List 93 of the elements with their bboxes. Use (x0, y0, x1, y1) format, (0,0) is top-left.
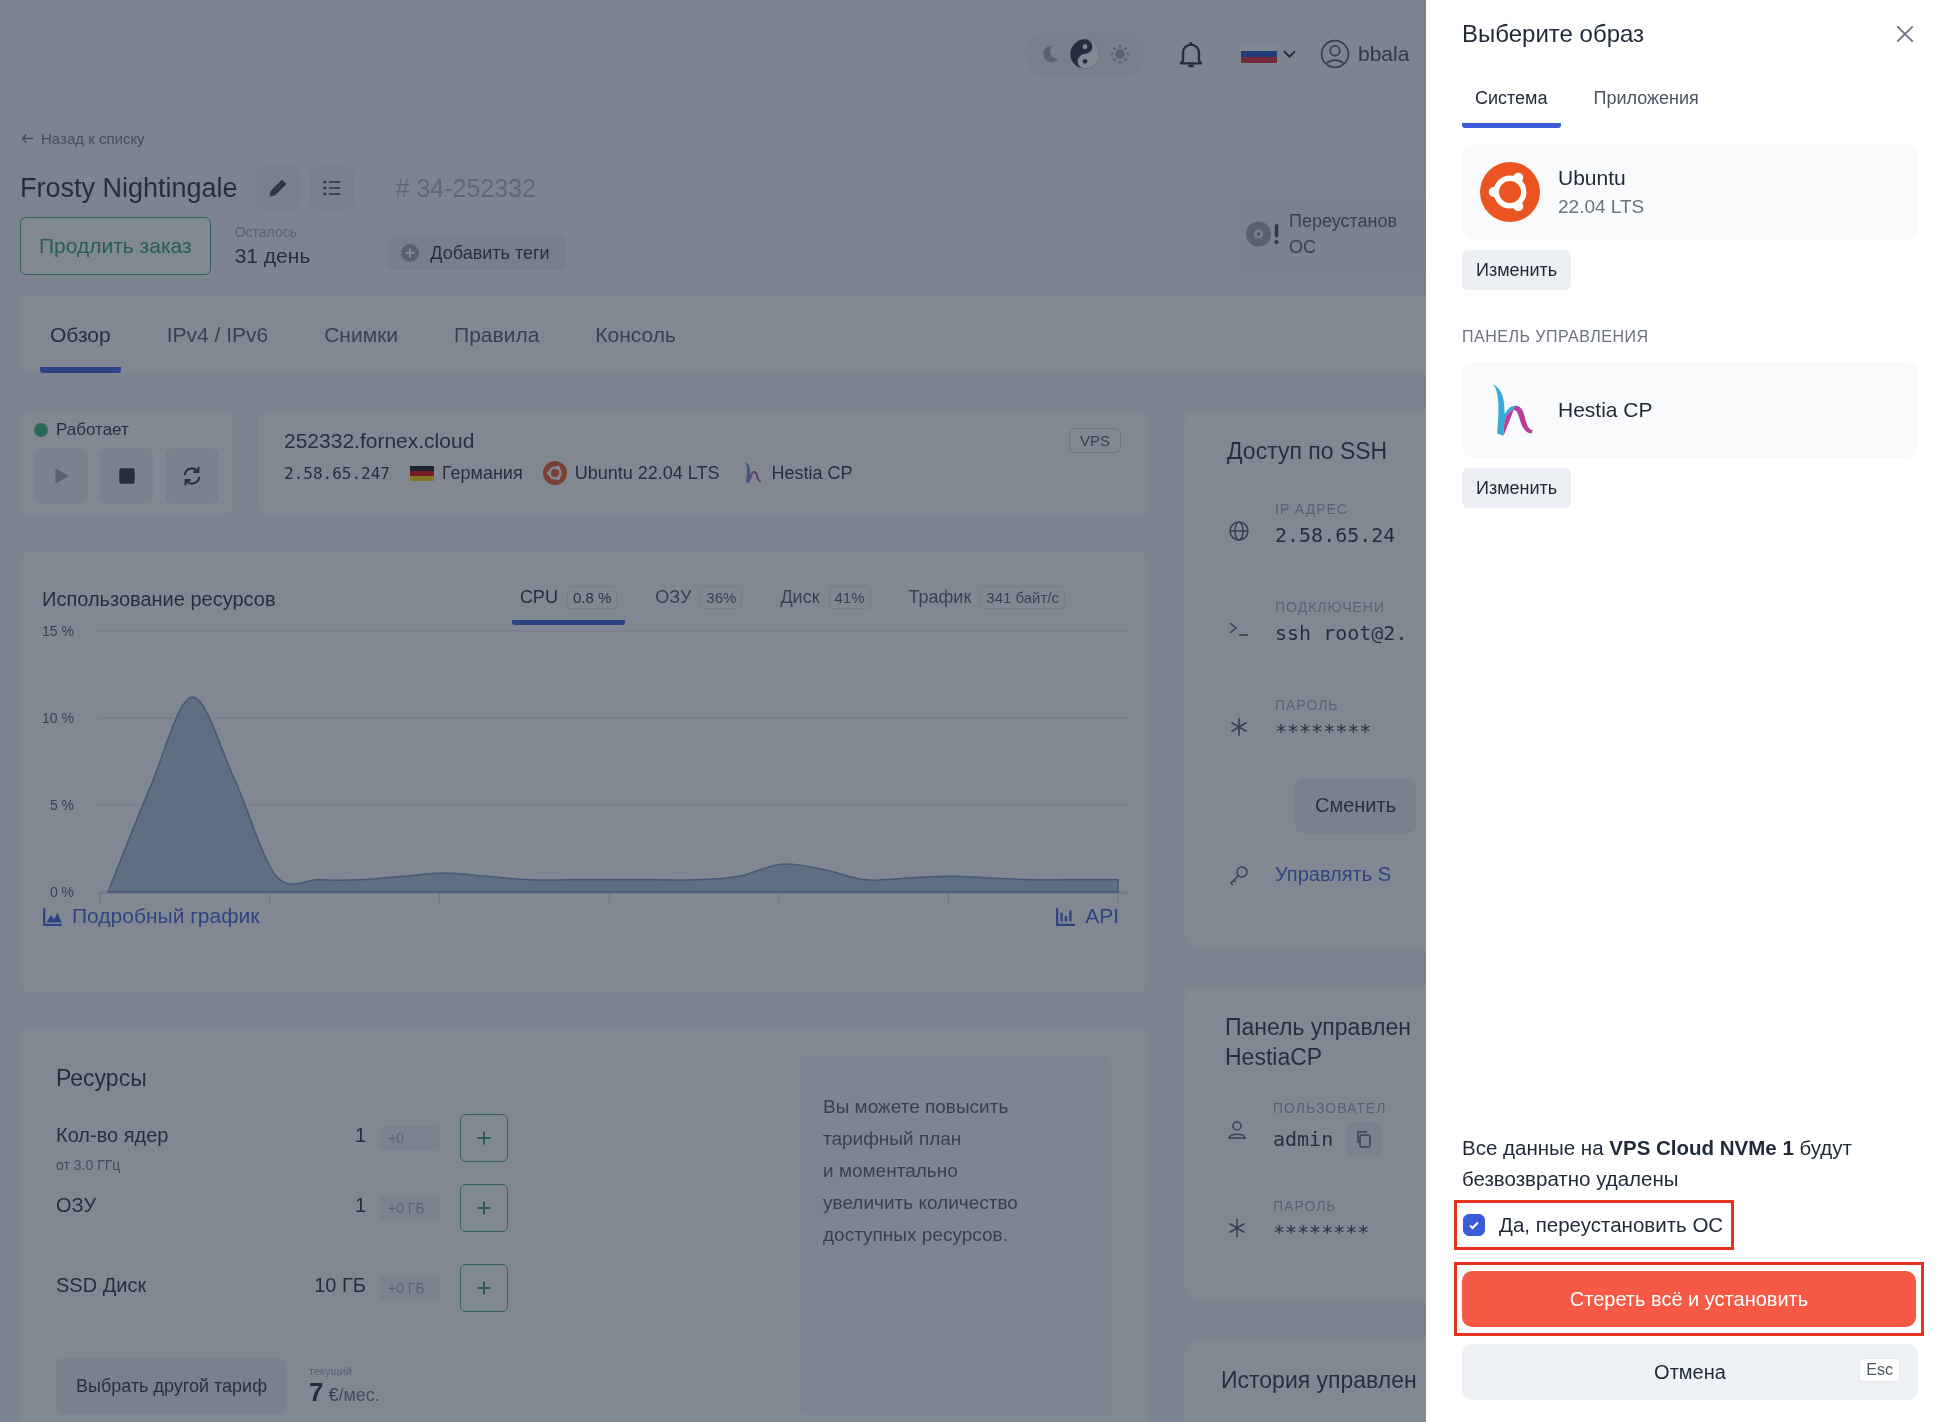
back-link[interactable]: Назад к списку (20, 130, 145, 147)
plan-badge: VPS (1069, 428, 1121, 453)
resource-note: от 3.0 ГГц (56, 1157, 122, 1173)
disc-warning-icon (1245, 219, 1281, 249)
hostname: 252332.fornex.cloud (284, 428, 475, 453)
caret-icon (1283, 49, 1296, 59)
metric-tab[interactable]: CPU 0.8 % (511, 587, 626, 625)
tab[interactable]: Правила (444, 323, 550, 373)
close-icon (1894, 23, 1916, 45)
card-title: Доступ по SSH (1227, 438, 1389, 465)
warning-text: Все данные на VPS Cloud NVMe 1 будут безвозвратно удалены (1462, 1135, 1853, 1192)
metric-tab[interactable]: Трафик 341 байт/с (900, 587, 1073, 625)
y-axis-label: 0 % (49, 884, 74, 900)
area-chart-icon (42, 905, 64, 927)
drawer-title: Выберите образ (1462, 20, 1645, 48)
metric-tab[interactable]: Диск 41% (772, 587, 879, 625)
reinstall-label: Переустанов (1289, 210, 1398, 233)
os-version: 22.04 LTS (1558, 196, 1645, 218)
esc-key-badge: Esc (1859, 1358, 1900, 1382)
resource-value: 1 (353, 1193, 366, 1217)
y-axis-label: 15 % (42, 623, 74, 639)
user-icon (1320, 39, 1350, 69)
add-button[interactable] (460, 1184, 508, 1232)
user-menu[interactable]: bbala (1320, 39, 1410, 69)
field-value: 2.58.65.24 (1275, 523, 1396, 547)
country: Германия (441, 462, 523, 484)
add-tags-button[interactable]: Добавить теги (388, 236, 566, 270)
change-plan-button[interactable]: Выбрать другой тариф (56, 1358, 287, 1414)
field-value: ******** (1273, 1220, 1370, 1244)
ubuntu-logo (542, 461, 567, 485)
card-title: История управлен (1221, 1367, 1418, 1394)
close-button[interactable] (1894, 23, 1916, 45)
resource-label: Кол-во ядер (56, 1124, 170, 1147)
change-button[interactable]: Изменить (1462, 250, 1572, 290)
card-title: Ресурсы (56, 1065, 148, 1092)
card-title: Панель управлен HestiaCP (1225, 1013, 1412, 1072)
api-link[interactable]: API (1055, 904, 1119, 928)
edit-button[interactable] (255, 166, 300, 210)
field-value: admin (1273, 1127, 1334, 1151)
resource-label: SSD Диск (56, 1274, 148, 1297)
checkbox[interactable] (1463, 1214, 1485, 1236)
panel-name: Hestia CP (771, 462, 853, 484)
os-card[interactable]: Ubuntu 22.04 LTS (1462, 144, 1918, 240)
os-name: Ubuntu 22.04 LTS (574, 462, 720, 484)
y-axis-label: 5 % (49, 797, 74, 813)
panel-option-card[interactable]: Hestia CP (1462, 362, 1918, 458)
stop-button[interactable] (99, 448, 154, 504)
tab[interactable]: Приложения (1580, 88, 1712, 128)
add-button[interactable] (460, 1114, 508, 1162)
globe-icon (1227, 519, 1251, 543)
field-value: ******** (1275, 719, 1372, 743)
tab[interactable]: Консоль (585, 323, 686, 373)
upgrade-note: Вы можете повысить тарифный план и моментально увеличить количество доступных ресурсов. (823, 1095, 1019, 1247)
card-title: Использование ресурсов (42, 587, 276, 611)
confirm-checkbox[interactable]: Да, переустановить ОС (1463, 1213, 1724, 1237)
os-name: Ubuntu (1558, 166, 1627, 190)
bar-chart-icon (1055, 905, 1078, 927)
detail-chart-link[interactable]: Подробный график (42, 904, 260, 928)
add-button[interactable] (460, 1264, 508, 1312)
tab[interactable]: IPv4 / IPv6 (156, 323, 279, 373)
cancel-button[interactable]: Отмена Esc (1462, 1344, 1918, 1400)
tab[interactable]: Обзор (40, 323, 121, 373)
copy-button[interactable] (1347, 1122, 1382, 1156)
status-label: Работает (56, 420, 129, 440)
server-title: Frosty Nightingale (20, 172, 238, 204)
ip-address: 2.58.65.247 (284, 463, 390, 483)
reinstall-label: ОС (1289, 236, 1317, 259)
panel-name: Hestia CP (1558, 398, 1653, 422)
user-icon (1225, 1118, 1249, 1142)
section-heading: ПАНЕЛЬ УПРАВЛЕНИЯ (1462, 328, 1650, 346)
erase-install-button[interactable]: Стереть всё и установить (1462, 1271, 1916, 1327)
remaining-value: 31 день (234, 244, 311, 268)
price: 7 €/мес. (309, 1376, 380, 1408)
arrow-left-icon (20, 131, 35, 146)
resource-label: ОЗУ (56, 1194, 98, 1217)
change-button[interactable]: Изменить (1462, 468, 1572, 508)
field-value: ssh root@2. (1275, 621, 1408, 645)
plus-icon (400, 243, 421, 263)
tab[interactable]: Снимки (314, 323, 409, 373)
theme-toggle[interactable] (1025, 31, 1145, 77)
ubuntu-logo (1480, 162, 1540, 222)
resource-value: 10 ГБ (313, 1273, 366, 1297)
renew-button[interactable]: Продлить заказ (20, 217, 211, 275)
flag-icon (409, 465, 434, 481)
metric-tab[interactable]: ОЗУ 36% (647, 587, 751, 625)
list-button[interactable] (309, 166, 354, 210)
yin-yang-icon[interactable] (1069, 38, 1101, 70)
manage-ssh-link[interactable]: Управлять S (1275, 863, 1392, 886)
tab[interactable]: Система (1462, 88, 1561, 128)
resource-value: 1 (353, 1123, 366, 1147)
restart-button[interactable] (165, 448, 219, 504)
y-axis-label: 10 % (42, 710, 74, 726)
change-password-button[interactable]: Сменить (1295, 778, 1417, 833)
